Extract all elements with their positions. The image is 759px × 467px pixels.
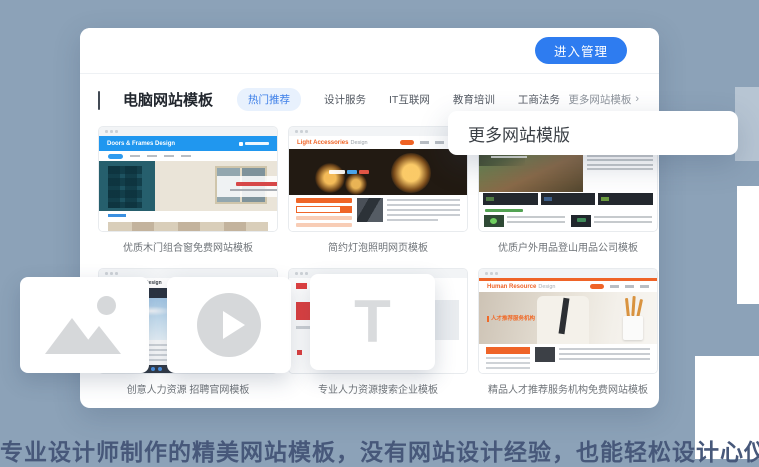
- template-thumbnail[interactable]: Light Accessories Design: [288, 126, 468, 232]
- mock-site-header: Doors & Frames Design: [99, 136, 277, 151]
- browser-chrome-bar: [99, 127, 277, 136]
- mock-site-logo: [296, 283, 307, 289]
- edge-panel-top: [735, 87, 759, 161]
- image-placeholder-icon: [45, 296, 125, 354]
- template-card-lighting[interactable]: Light Accessories Design 简约灯泡照明网页模板: [288, 126, 468, 254]
- template-caption[interactable]: 精品人才推荐服务机构免费网站模板: [478, 381, 658, 396]
- image-placeholder-card[interactable]: [20, 277, 149, 373]
- more-templates-link[interactable]: 更多网站模板 ›: [568, 92, 639, 107]
- mock-hero-text: 人才推荐服务机构: [487, 316, 535, 322]
- template-thumbnail[interactable]: Human Resource Design 人才推荐服务机构: [478, 268, 658, 374]
- category-tabs: 热门推荐 设计服务 IT互联网 教育培训 工商法务: [237, 88, 560, 111]
- mock-site-logo: Human Resource: [487, 284, 536, 290]
- popup-label: 更多网站模版: [468, 121, 570, 146]
- more-templates-popup[interactable]: 更多网站模版: [448, 111, 738, 155]
- mock-hero-image: 人才推荐服务机构: [479, 292, 657, 344]
- template-card-human-resource[interactable]: Human Resource Design 人才推荐服务机构: [478, 268, 658, 396]
- tab-education[interactable]: 教育培训: [453, 92, 495, 107]
- tab-design-service[interactable]: 设计服务: [324, 92, 366, 107]
- mock-site-nav: [590, 284, 649, 289]
- chevron-right-icon: ›: [635, 93, 639, 105]
- panel-header: 电脑网站模板 热门推荐 设计服务 IT互联网 教育培训 工商法务 更多网站模板 …: [98, 87, 639, 111]
- video-placeholder-card[interactable]: [167, 277, 291, 373]
- template-caption[interactable]: 创意人力资源 招聘官网模板: [98, 381, 278, 396]
- enter-manage-button[interactable]: 进入管理: [535, 37, 627, 64]
- template-caption[interactable]: 专业人力资源搜索企业模板: [288, 381, 468, 396]
- marketing-tagline: 专业设计师制作的精美网站模板，没有网站设计经验，也能轻松设计心仪网站: [0, 433, 759, 467]
- template-card-doors[interactable]: Doors & Frames Design 优质木门组合窗免费网站模板: [98, 126, 278, 254]
- tab-legal[interactable]: 工商法务: [518, 92, 560, 107]
- template-caption[interactable]: 优质木门组合窗免费网站模板: [98, 239, 278, 254]
- edge-panel-middle: [737, 186, 759, 304]
- mock-site-logo: Light Accessories: [297, 140, 348, 146]
- tab-it-internet[interactable]: IT互联网: [389, 92, 430, 107]
- tab-hot-recommend[interactable]: 热门推荐: [237, 88, 301, 111]
- template-caption[interactable]: 优质户外用品登山用品公司模板: [478, 239, 658, 254]
- mock-site-nav: [99, 151, 277, 161]
- play-icon: [197, 293, 261, 357]
- mock-hero-image: [99, 161, 277, 211]
- text-placeholder-card[interactable]: T: [310, 274, 435, 370]
- browser-chrome-bar: [289, 127, 467, 136]
- mock-site-header: Light Accessories Design: [289, 136, 467, 149]
- mock-site-logo: Doors & Frames Design: [107, 141, 175, 147]
- page-title: 电脑网站模板: [123, 89, 213, 110]
- template-caption[interactable]: 简约灯泡照明网页模板: [288, 239, 468, 254]
- template-thumbnail[interactable]: Doors & Frames Design: [98, 126, 278, 232]
- panel-topbar: 进入管理: [80, 28, 659, 74]
- more-templates-label: 更多网站模板: [568, 92, 631, 107]
- browser-chrome-bar: [479, 269, 657, 278]
- mock-site-header: Human Resource Design: [479, 281, 657, 292]
- text-placeholder-icon: T: [354, 292, 391, 352]
- phone-icon: [239, 142, 269, 146]
- monitor-icon: [98, 92, 115, 107]
- mock-hero-image: [289, 149, 467, 195]
